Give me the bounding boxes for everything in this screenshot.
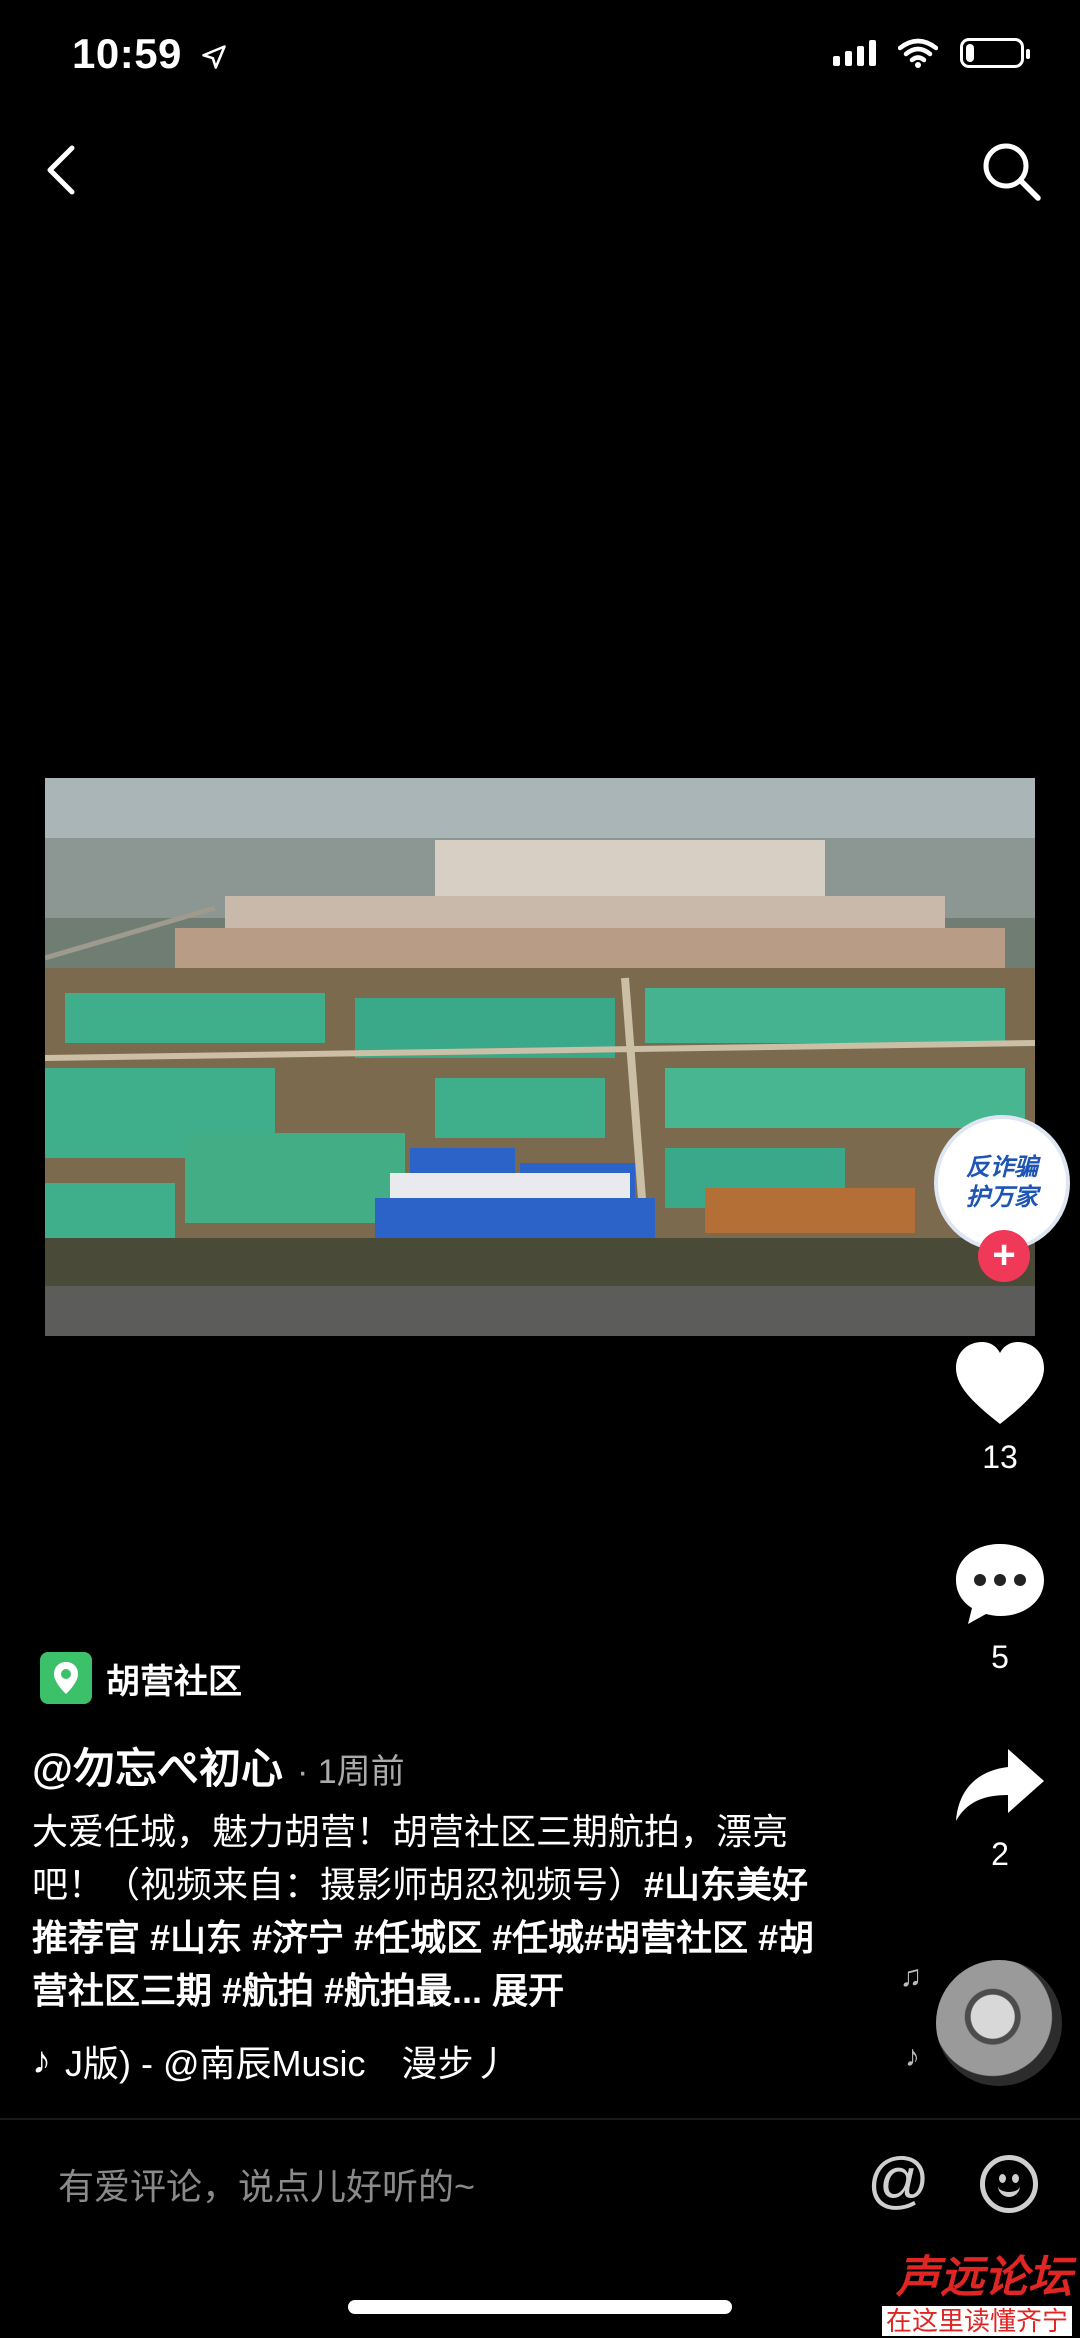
location-arrow-icon	[202, 45, 226, 69]
wifi-icon	[898, 38, 938, 68]
back-arrow-icon[interactable]	[38, 140, 88, 200]
share-button[interactable]: 2	[940, 1745, 1060, 1873]
like-count: 13	[982, 1439, 1018, 1475]
music-info[interactable]: ♪ J版) - @南辰Music 漫步丿	[32, 2035, 510, 2087]
heart-icon	[956, 1342, 1044, 1424]
video-description[interactable]: 大爱任城，魅力胡营！胡营社区三期航拍，漂亮吧！（视频来自：摄影师胡忍视频号）#山…	[32, 1805, 832, 2017]
video-player[interactable]	[45, 778, 1035, 1336]
comment-input[interactable]: 有爱评论，说点儿好听的~	[58, 2158, 475, 2210]
share-arrow-icon	[956, 1749, 1044, 1821]
home-indicator[interactable]	[348, 2300, 732, 2314]
at-mention-icon[interactable]: @	[867, 2150, 930, 2212]
status-icons	[833, 38, 1030, 68]
music-title: J版) - @南辰Music 漫步丿	[65, 2043, 510, 2084]
expand-link[interactable]: 展开	[492, 1970, 564, 2011]
emoji-icon[interactable]	[980, 2155, 1038, 2213]
forum-watermark: 声远论坛 在这里读懂齐宁	[881, 2253, 1072, 2338]
music-disc[interactable]	[936, 1960, 1062, 2086]
comment-bubble-icon	[956, 1544, 1044, 1624]
post-time: · 1周前	[296, 1753, 405, 1791]
divider	[0, 2118, 1080, 2120]
author-line: @勿忘ぺ初心 · 1周前	[32, 1735, 405, 1796]
search-icon[interactable]	[978, 138, 1044, 204]
follow-plus-button[interactable]: +	[978, 1230, 1030, 1282]
battery-icon	[960, 38, 1030, 68]
signal-icon	[833, 40, 876, 66]
tiktok-note-icon: ♪	[32, 2039, 51, 2082]
author-handle[interactable]: @勿忘ぺ初心	[32, 1735, 283, 1796]
location-tag[interactable]: 胡营社区	[40, 1652, 242, 1704]
watermark-subtitle: 在这里读懂齐宁	[881, 2306, 1072, 2336]
comment-button[interactable]: 5	[940, 1540, 1060, 1676]
location-name: 胡营社区	[106, 1662, 242, 1701]
watermark-title: 声远论坛	[896, 2253, 1072, 2302]
share-count: 2	[991, 1836, 1009, 1872]
status-time: 10:59	[72, 30, 228, 78]
location-pin-icon	[40, 1652, 92, 1704]
music-note-icon: ♪	[905, 2040, 920, 2073]
like-button[interactable]: 13	[940, 1340, 1060, 1476]
aerial-video-frame	[45, 778, 1035, 1336]
comment-count: 5	[991, 1639, 1009, 1675]
music-note-icon: ♫	[899, 1960, 923, 1993]
